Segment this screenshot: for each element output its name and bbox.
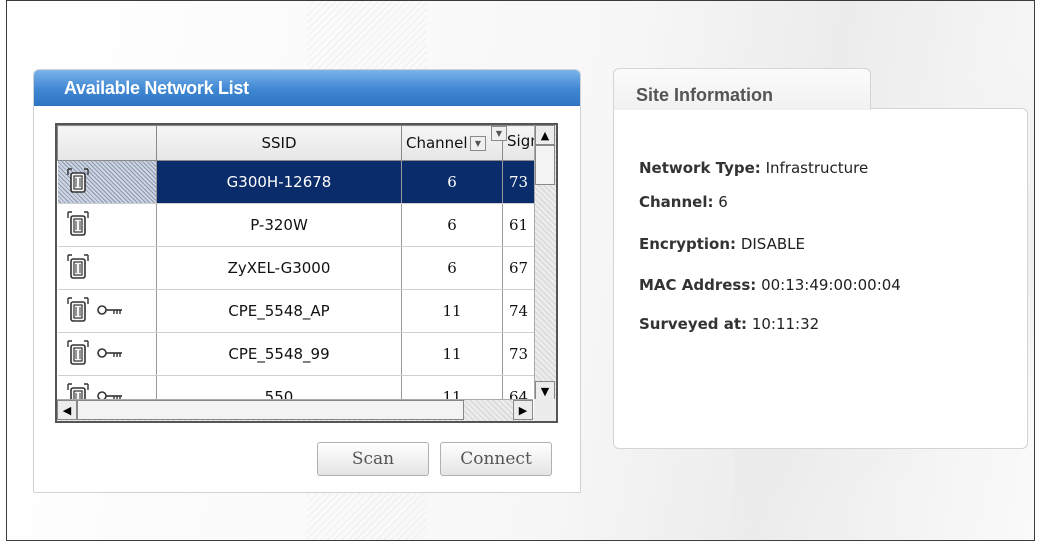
access-point-icon <box>65 296 91 326</box>
scroll-corner <box>534 399 556 421</box>
encryption-value: DISABLE <box>740 235 805 253</box>
surveyed-at-value: 10:11:32 <box>751 315 820 333</box>
key-icon <box>96 345 123 363</box>
network-type-line: Network Type: Infrastructure <box>639 159 869 177</box>
icon-cell <box>57 289 157 333</box>
mac-address-value: 00:13:49:00:00:04 <box>761 276 901 294</box>
horizontal-scroll-thumb[interactable] <box>77 400 464 420</box>
scroll-right-icon[interactable]: ▶ <box>513 400 533 420</box>
scroll-up-icon[interactable]: ▲ <box>535 125 555 145</box>
surveyed-at-line: Surveyed at: 10:11:32 <box>639 315 820 333</box>
ssid-cell: CPE_5548_AP <box>156 289 402 333</box>
site-information-panel: Network Type: Infrastructure Channel: 6 … <box>613 108 1028 449</box>
encryption-line: Encryption: DISABLE <box>639 235 805 253</box>
icon-cell <box>57 203 157 247</box>
network-table[interactable]: SSID ▼ Channel ▼ Sign G300H-12 <box>55 123 558 423</box>
channel-cell: 6 <box>401 160 503 204</box>
vertical-scrollbar[interactable]: ▲ ▼ <box>534 125 556 401</box>
ssid-cell: G300H-12678 <box>156 160 402 204</box>
available-network-panel: Available Network List SSID ▼ Channel ▼ … <box>33 69 581 493</box>
ssid-cell: CPE_5548_99 <box>156 332 402 376</box>
channel-cell: 6 <box>401 203 503 247</box>
table-row[interactable]: ZyXEL-G3000 6 67 <box>57 246 551 290</box>
channel-cell: 11 <box>401 332 503 376</box>
channel-cell: 6 <box>401 246 503 290</box>
tab-site-information[interactable]: Site Information <box>613 68 871 110</box>
access-point-icon <box>65 253 91 283</box>
access-point-icon <box>65 339 91 369</box>
table-row[interactable]: G300H-12678 6 73 <box>57 160 551 204</box>
table-row[interactable]: CPE_5548_AP 11 74 <box>57 289 551 333</box>
horizontal-scrollbar[interactable]: ◀ ▶ <box>57 399 533 421</box>
network-grid: SSID ▼ Channel ▼ Sign G300H-12 <box>57 125 551 419</box>
scroll-left-icon[interactable]: ◀ <box>57 400 77 420</box>
table-row[interactable]: CPE_5548_99 11 73 <box>57 332 551 376</box>
scan-button[interactable]: Scan <box>317 442 429 476</box>
ssid-filter-icon[interactable]: ▼ <box>491 126 507 141</box>
ssid-cell: ZyXEL-G3000 <box>156 246 402 290</box>
ssid-cell: P-320W <box>156 203 402 247</box>
key-icon <box>96 302 123 320</box>
channel-filter-icon[interactable]: ▼ <box>470 135 486 151</box>
table-row[interactable]: P-320W 6 61 <box>57 203 551 247</box>
channel-cell: 11 <box>401 289 503 333</box>
icon-cell <box>57 246 157 290</box>
ssid-column-header[interactable]: SSID ▼ <box>156 125 507 161</box>
icon-cell <box>57 332 157 376</box>
mac-address-line: MAC Address: 00:13:49:00:00:04 <box>639 276 901 294</box>
access-point-icon <box>65 167 91 197</box>
access-point-icon <box>65 210 91 240</box>
channel-column-header[interactable]: Channel ▼ <box>401 125 503 161</box>
network-type-value: Infrastructure <box>765 159 869 177</box>
channel-value: 6 <box>718 193 728 211</box>
channel-line: Channel: 6 <box>639 193 728 211</box>
panel-title: Available Network List <box>34 70 580 106</box>
icon-cell <box>57 160 157 204</box>
connect-button[interactable]: Connect <box>440 442 552 476</box>
icon-column-header <box>57 125 157 161</box>
scroll-down-icon[interactable]: ▼ <box>535 381 555 401</box>
vertical-scroll-thumb[interactable] <box>535 145 555 185</box>
